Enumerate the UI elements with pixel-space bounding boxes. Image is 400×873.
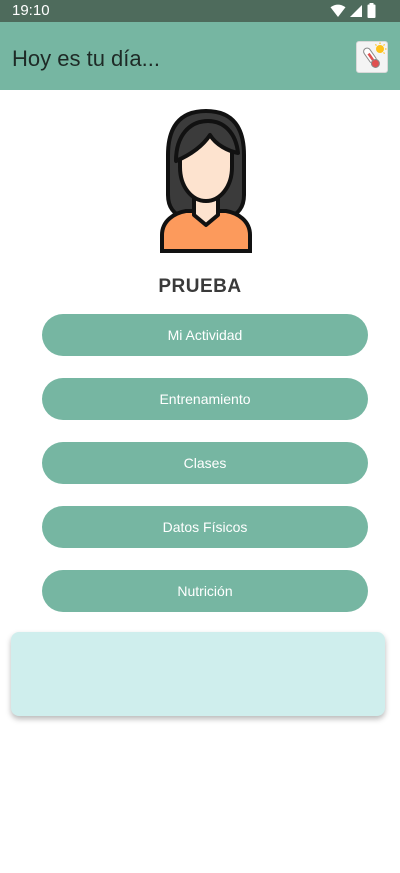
entrenamiento-button[interactable]: Entrenamiento xyxy=(42,378,368,420)
wifi-icon xyxy=(330,4,346,17)
mi-actividad-button[interactable]: Mi Actividad xyxy=(42,314,368,356)
status-icons xyxy=(330,3,376,18)
datos-fisicos-button[interactable]: Datos Físicos xyxy=(42,506,368,548)
nutricion-button[interactable]: Nutrición xyxy=(42,570,368,612)
status-time: 19:10 xyxy=(12,2,50,19)
weather-thermometer-icon xyxy=(363,42,387,68)
page-title: Hoy es tu día... xyxy=(12,46,160,71)
user-name: PRUEBA xyxy=(158,276,242,297)
info-card xyxy=(11,632,385,716)
weather-button[interactable] xyxy=(356,41,388,73)
battery-icon xyxy=(367,3,376,18)
woman-avatar-icon xyxy=(160,108,252,253)
status-bar: 19:10 xyxy=(0,0,400,22)
cellular-icon xyxy=(350,4,362,17)
app-bar: Hoy es tu día... xyxy=(0,22,400,90)
clases-button[interactable]: Clases xyxy=(42,442,368,484)
